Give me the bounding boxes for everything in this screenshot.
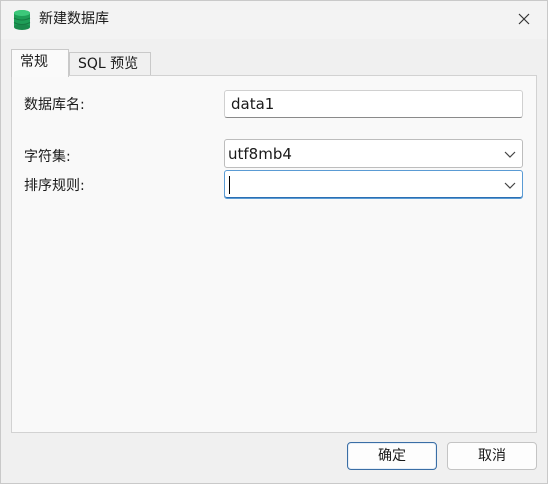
- charset-label: 字符集:: [24, 149, 71, 165]
- new-database-dialog: 新建数据库 常规 SQL 预览 数据库名: 字符集: utf8mb4 排序规则:: [0, 0, 548, 484]
- tab-general[interactable]: 常规: [11, 49, 69, 77]
- charset-value: utf8mb4: [228, 145, 292, 163]
- cancel-button[interactable]: 取消: [447, 442, 537, 470]
- chevron-down-icon: [504, 151, 516, 158]
- general-panel: 数据库名: 字符集: utf8mb4 排序规则:: [11, 75, 537, 433]
- collation-label: 排序规则:: [24, 178, 85, 194]
- close-button[interactable]: [507, 4, 541, 34]
- db-name-label: 数据库名:: [24, 97, 85, 113]
- db-name-input[interactable]: [224, 90, 523, 118]
- close-icon: [518, 13, 530, 25]
- text-caret: [229, 176, 230, 194]
- dialog-title: 新建数据库: [39, 11, 109, 27]
- tab-sql-preview[interactable]: SQL 预览: [69, 52, 151, 76]
- ok-button[interactable]: 确定: [347, 442, 437, 470]
- tab-bar: 常规 SQL 预览: [11, 49, 537, 77]
- collation-select[interactable]: [224, 170, 523, 199]
- chevron-down-icon: [504, 182, 516, 189]
- title-bar: 新建数据库: [1, 1, 547, 39]
- charset-select[interactable]: utf8mb4: [224, 139, 523, 168]
- database-icon: [13, 10, 31, 30]
